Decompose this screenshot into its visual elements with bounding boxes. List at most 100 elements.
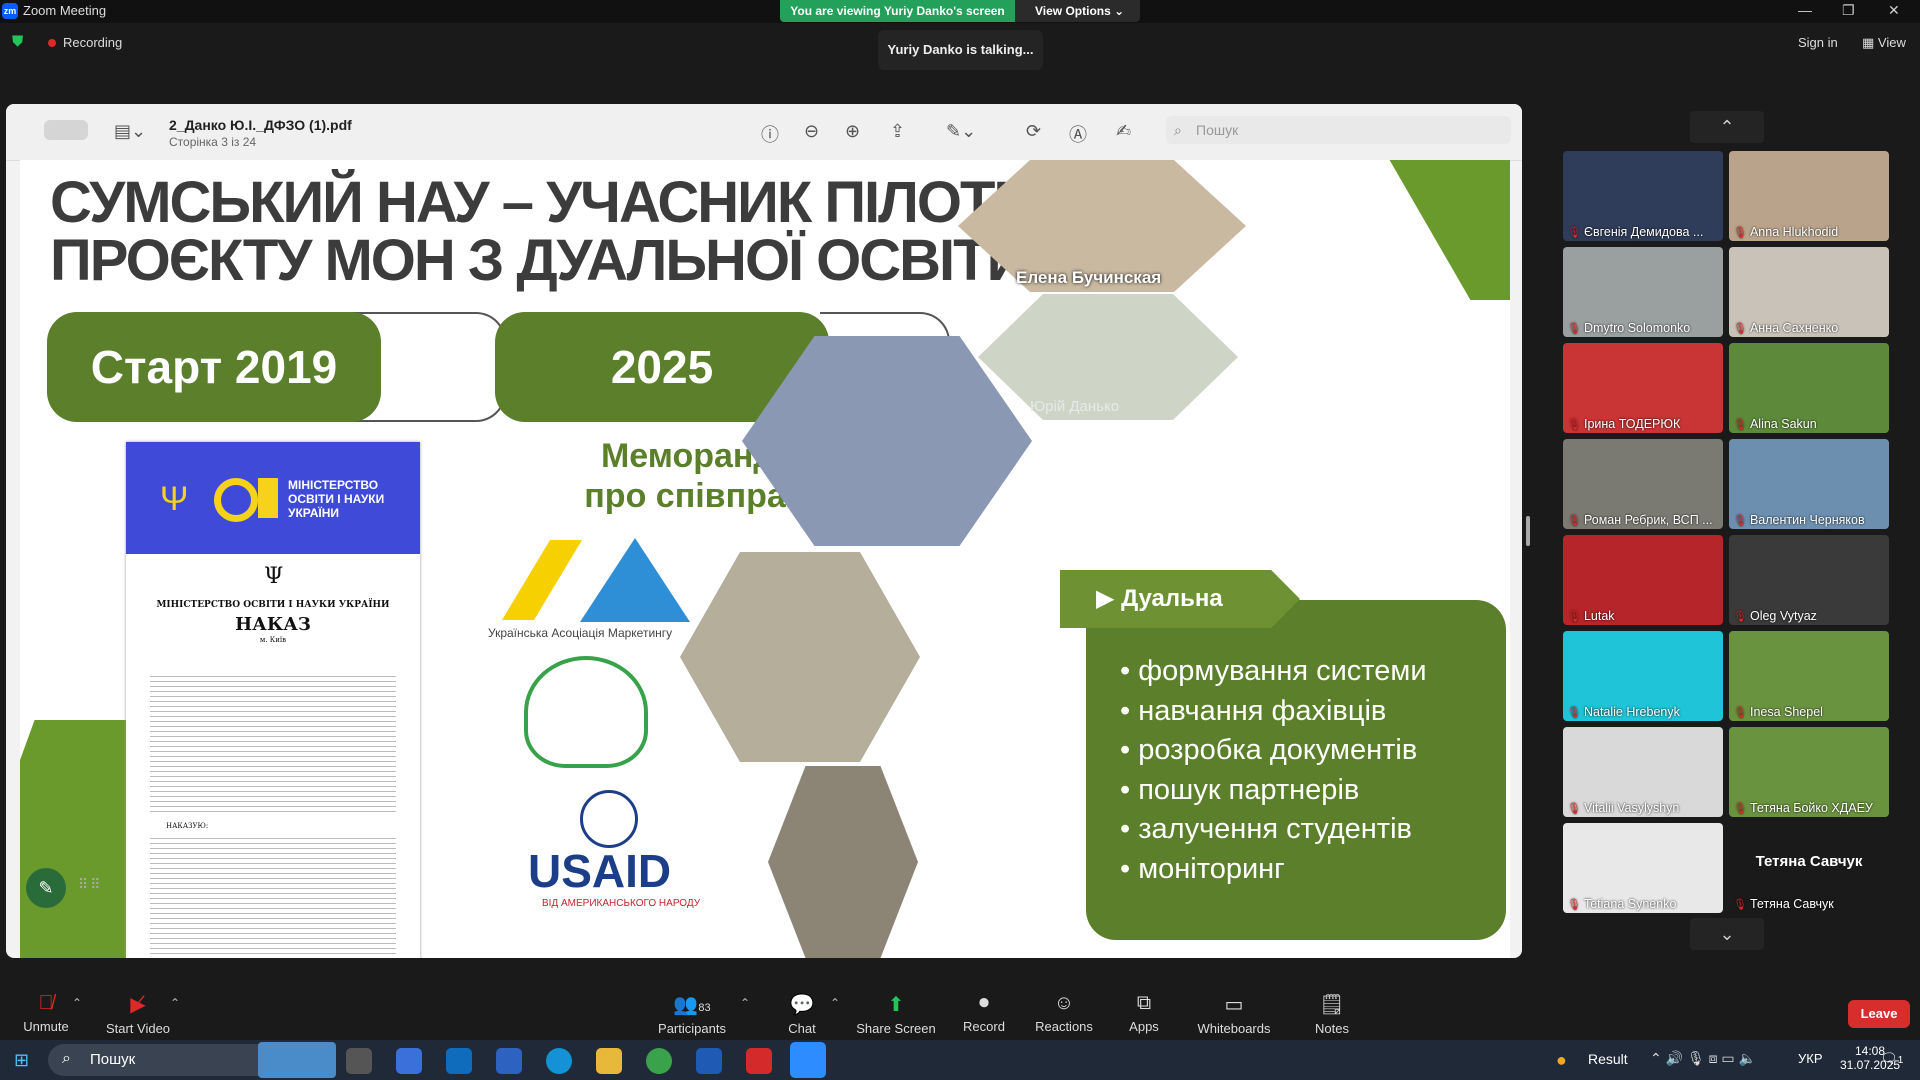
close-button[interactable]: ✕	[1888, 2, 1900, 19]
search-highlight-image	[258, 1042, 336, 1078]
view-options-button[interactable]: View Options ⌄	[1015, 0, 1140, 22]
word-icon[interactable]	[696, 1048, 722, 1074]
mic-muted-icon: 🎙	[1733, 419, 1747, 431]
system-tray-icons[interactable]: ⌃ 🔊 🎙 ⧈ ▭ 🔈	[1650, 1050, 1756, 1067]
participant-tile[interactable]: 🎙 Tetiana Synenko	[1563, 823, 1723, 913]
leave-button[interactable]: Leave	[1848, 1000, 1910, 1028]
uam-logo-yellow	[502, 540, 582, 620]
zoom-logo-icon: zm	[2, 3, 18, 19]
participant-tile[interactable]: 🎙 Євгенія Демидова ...	[1563, 151, 1723, 241]
participant-tile[interactable]: 🎙 Vitalii Vasylyshyn	[1563, 727, 1723, 817]
participants-chevron-icon[interactable]: ⌃	[740, 996, 750, 1010]
mic-muted-icon: 🎙	[1567, 227, 1581, 239]
participant-tile[interactable]: 🎙 Тетяна Бойко ХДАЕУ	[1729, 727, 1889, 817]
mic-muted-icon: 🎙	[1567, 323, 1581, 335]
minimize-button[interactable]: —	[1798, 2, 1812, 18]
layout-icon[interactable]: ▤⌄	[114, 121, 146, 142]
participant-name-text: Ірина ТОДЕРЮК	[1583, 417, 1681, 431]
participant-name-text: Тетяна Бойко ХДАЕУ	[1749, 801, 1873, 815]
input-language[interactable]: УКР	[1798, 1051, 1823, 1066]
participant-name: 🎙 Валентин Черняков	[1733, 513, 1865, 527]
share-icon[interactable]: ⇪	[890, 121, 905, 142]
unmute-options-chevron-icon[interactable]: ⌃	[72, 996, 82, 1010]
drag-handle-icon[interactable]: ⠿⠿	[78, 876, 103, 893]
record-label: Record	[963, 1019, 1005, 1034]
gallery-down-button[interactable]: ⌄	[1690, 918, 1764, 950]
recording-dot-icon	[48, 39, 56, 47]
zoom-in-icon[interactable]: ⊕	[845, 121, 860, 142]
dual-education-heading: ▶ Дуальна освіта	[1060, 570, 1300, 628]
info-icon[interactable]: ⓘ	[761, 121, 779, 147]
participant-tile[interactable]: 🎙 Natalie Hrebenyk	[1563, 631, 1723, 721]
gallery-up-button[interactable]: ⌃	[1690, 111, 1764, 143]
edge-icon[interactable]	[546, 1048, 572, 1074]
panel-splitter[interactable]	[1526, 516, 1530, 546]
participant-name: 🎙 Tetiana Synenko	[1567, 897, 1676, 911]
participant-name: 🎙 Vitalii Vasylyshyn	[1567, 801, 1679, 815]
participant-name-text: Валентин Черняков	[1749, 513, 1865, 527]
participant-tile[interactable]: 🎙 Ірина ТОДЕРЮК	[1563, 343, 1723, 433]
zoom-taskbar-icon[interactable]	[790, 1042, 826, 1078]
highlight-icon[interactable]: Ⓐ	[1069, 121, 1087, 147]
participant-name: 🎙 Євгенія Демидова ...	[1567, 225, 1703, 239]
copilot-icon[interactable]	[396, 1048, 422, 1074]
participant-tile[interactable]: 🎙 Dmytro Solomonko	[1563, 247, 1723, 337]
chat-chevron-icon[interactable]: ⌃	[830, 996, 840, 1010]
mic-muted-icon: 🎙	[1567, 611, 1581, 623]
share-screen-button[interactable]: ⬆ Share Screen	[846, 992, 946, 1036]
participant-name-text: Анна Сахненко	[1749, 321, 1839, 335]
participant-tile[interactable]: 🎙 Валентин Черняков	[1729, 439, 1889, 529]
task-view-icon[interactable]	[346, 1048, 372, 1074]
notes-button[interactable]: 🗒 Notes	[1282, 992, 1382, 1036]
result-label[interactable]: Result	[1588, 1051, 1628, 1067]
apps-icon: ⧉	[1136, 992, 1152, 1014]
store-icon[interactable]	[496, 1048, 522, 1074]
windows-start-icon[interactable]: ⊞	[14, 1050, 29, 1071]
zoom-out-icon[interactable]: ⊖	[804, 121, 819, 142]
participant-name: 🎙 Тетяна Савчук	[1733, 897, 1834, 911]
participant-name: 🎙 Тетяна Бойко ХДАЕУ	[1733, 801, 1873, 815]
participant-tile[interactable]: 🎙 Inesa Shepel	[1729, 631, 1889, 721]
video-options-chevron-icon[interactable]: ⌃	[170, 996, 180, 1010]
file-explorer-icon[interactable]	[596, 1048, 622, 1074]
play-triangle-icon: ▶	[1096, 585, 1122, 612]
signature-icon[interactable]: ✍	[1116, 121, 1131, 142]
participant-tile[interactable]: 🎙 Роман Ребрик, ВСП ...	[1563, 439, 1723, 529]
shield-icon[interactable]: ⛊	[12, 33, 23, 50]
view-button[interactable]: ▦ View	[1862, 35, 1906, 51]
notification-icon[interactable]: 🗨1	[1880, 1050, 1903, 1067]
ginkgo-logo-icon	[524, 656, 648, 768]
participant-name: 🎙 Oleg Vytyaz	[1733, 609, 1817, 623]
recording-label[interactable]: Recording	[63, 35, 122, 50]
participant-name: 🎙 Inesa Shepel	[1733, 705, 1823, 719]
green-decoration-right	[1389, 160, 1510, 300]
participant-tile[interactable]: 🎙 Lutak	[1563, 535, 1723, 625]
participant-name-text: Євгенія Демидова ...	[1583, 225, 1704, 239]
chat-label: Chat	[788, 1021, 816, 1036]
participant-tile[interactable]: 🎙 Alina Sakun	[1729, 343, 1889, 433]
markup-pen-icon[interactable]: ✎⌄	[946, 121, 976, 142]
participant-tile[interactable]: 🎙 Anna Hlukhodid	[1729, 151, 1889, 241]
pdf-search-input[interactable]: Пошук	[1166, 116, 1511, 144]
wps-icon[interactable]	[746, 1048, 772, 1074]
usaid-logo: USAID	[528, 845, 672, 897]
embedded-name-elena: Елена Бучинская	[1016, 268, 1162, 287]
outlook-icon[interactable]	[446, 1048, 472, 1074]
apps-button[interactable]: ⧉ Apps	[1094, 992, 1194, 1034]
sign-in-link[interactable]: Sign in	[1798, 35, 1838, 50]
rotate-icon[interactable]: ⟳	[1026, 121, 1041, 142]
sidebar-toggle-icon[interactable]	[44, 120, 88, 140]
maximize-button[interactable]: ❐	[1842, 2, 1855, 19]
share-screen-label: Share Screen	[856, 1021, 936, 1036]
annotate-pen-button[interactable]: ✎	[26, 868, 66, 908]
participant-tile[interactable]: Тетяна Савчук 🎙 Тетяна Савчук	[1729, 823, 1889, 913]
participants-button[interactable]: 👥83 Participants	[642, 992, 742, 1036]
share-screen-icon: ⬆	[887, 994, 905, 1016]
chrome-icon[interactable]	[646, 1048, 672, 1074]
pdf-toolbar: ▤⌄ 2_Данко Ю.І._ДФЗО (1).pdf Сторінка 3 …	[6, 104, 1522, 161]
participant-tile[interactable]: 🎙 Oleg Vytyaz	[1729, 535, 1889, 625]
slide: СУМСЬКИЙ НАУ – УЧАСНИК ПІЛОТНОГО ПРОЄКТУ…	[20, 160, 1510, 958]
participant-tile[interactable]: 🎙 Анна Сахненко	[1729, 247, 1889, 337]
whiteboards-button[interactable]: ▭ Whiteboards	[1184, 992, 1284, 1036]
pdf-page-info: Сторінка 3 із 24	[169, 135, 257, 149]
